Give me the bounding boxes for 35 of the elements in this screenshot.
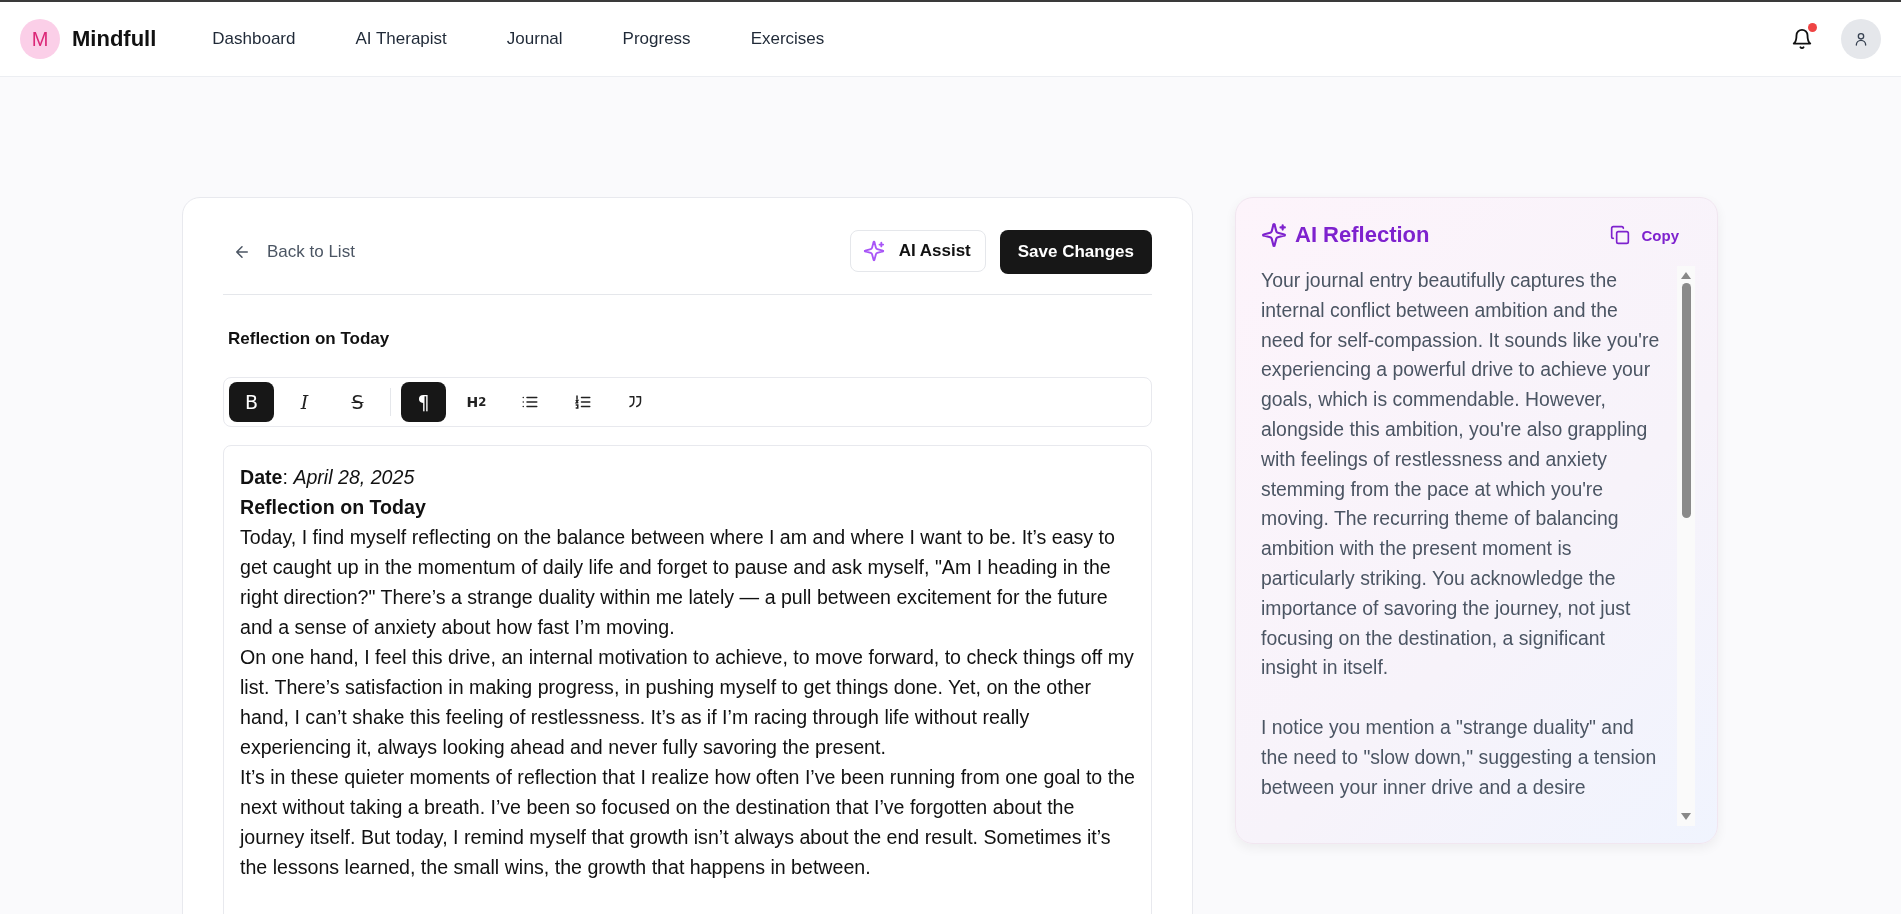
- nav-link[interactable]: Dashboard: [212, 29, 296, 49]
- scroll-up-arrow-icon[interactable]: [1680, 270, 1692, 280]
- nav-link[interactable]: Exercises: [750, 29, 825, 49]
- format-button[interactable]: ¶: [401, 382, 446, 422]
- journal-text: Reflection on Today: [240, 495, 427, 520]
- panel-title: AI Reflection: [1295, 222, 1430, 248]
- scroll-down-arrow-icon[interactable]: [1680, 812, 1692, 822]
- back-to-list-link[interactable]: Back to List: [233, 242, 355, 262]
- sparkles-icon: [862, 240, 885, 262]
- format-button[interactable]: S: [335, 382, 380, 422]
- entry-title[interactable]: Reflection on Today: [228, 329, 1152, 349]
- format-button[interactable]: I: [282, 382, 327, 422]
- save-changes-button[interactable]: Save Changes: [999, 230, 1152, 274]
- ai-assist-button[interactable]: AI Assist: [849, 230, 986, 272]
- sparkles-icon: [1261, 222, 1287, 248]
- numbered-list-icon: [573, 393, 592, 411]
- reflection-text: Your journal entry beautifully captures the internal conflict between ambition and the need for self-compassion. It sounds like you're experiencing a powerful drive to achieve your goals, which is commendable. However, alongside this ambition, you're also grappling with feelings of restlessness and anxiety stemming from the pace at which you're moving. The recurring theme of balancing ambition with the present moment is particularly striking. You acknowledge the importance of savoring the journey, not just focusing on the destination, a significant insight in itself.: [1261, 268, 1661, 681]
- format-button[interactable]: B: [229, 382, 274, 422]
- nav-link[interactable]: Progress: [622, 29, 691, 49]
- user-icon: [1853, 31, 1869, 47]
- scrollbar-thumb[interactable]: [1681, 283, 1691, 518]
- journal-text: Today, I find myself reflecting on the balance between where I am and where I want to be. It’s easy to get caught up in the momentum of daily life and forget to pause and ask myself, "Am I heading in the right direction?" There’s a strange duality within me lately — a pull between excitement for the future and a sense of anxiety about how fast I’m moving.: [240, 525, 1116, 640]
- copy-icon: [1609, 225, 1630, 245]
- nav-link[interactable]: AI Therapist: [355, 29, 447, 49]
- reflection-text: I notice you mention a "strange duality" and the need to "slow down," suggesting a tension between your inner drive and a desire: [1261, 715, 1658, 800]
- journal-text: Date: April 28, 2025: [240, 465, 416, 490]
- nav-link[interactable]: Journal: [506, 29, 563, 49]
- scrollbar-track[interactable]: [1677, 266, 1695, 826]
- user-avatar-button[interactable]: [1841, 19, 1881, 59]
- journal-text: It’s in these quieter moments of reflection that I realize how often I’ve been running from one goal to the next without taking a breath. I’ve been so focused on the destination that I’ve forgotten about the journey itself. But today, I remind myself that growth isn’t always about the end result. Sometimes it’s the lessons learned, the small wins, the growth that happens in between.: [240, 765, 1135, 880]
- arrow-left-icon: [233, 243, 251, 261]
- brand-name[interactable]: Mindfull: [72, 26, 157, 52]
- bell-icon: [1791, 27, 1813, 51]
- journal-text: On one hand, I feel this drive, an internal motivation to achieve, to move forward, to check things off my list. There’s satisfaction in making progress, in pushing myself to get things done. Yet, on the other hand, I can’t shake this feeling of restlessness. It’s as if I’m racing through life without really experiencing it, always looking ahead and never fully savoring the present.: [240, 645, 1135, 760]
- copy-button[interactable]: Copy: [1603, 224, 1685, 246]
